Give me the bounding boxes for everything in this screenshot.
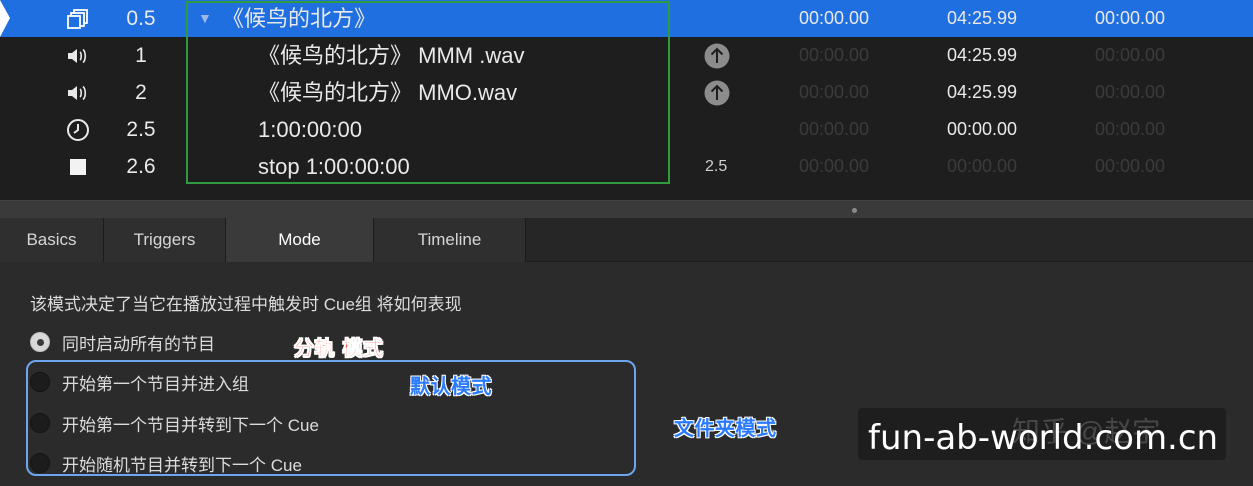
cue-target[interactable]: 2.5: [705, 148, 727, 185]
tab-mode[interactable]: Mode: [226, 218, 374, 262]
pre-wait[interactable]: 00:00.00: [774, 148, 894, 185]
tab-timeline[interactable]: Timeline: [374, 218, 526, 262]
duration[interactable]: 04:25.99: [922, 74, 1042, 111]
cue-row-timecode[interactable]: 2.5 1:00:00:00 00:00.00 00:00.00 00:00.0…: [0, 111, 1253, 148]
splitter-handle-icon[interactable]: [852, 208, 857, 213]
cue-name[interactable]: 《候鸟的北方》 MMM .wav: [258, 37, 524, 74]
playhead-indicator: [0, 0, 10, 37]
radio-button[interactable]: [30, 413, 50, 433]
annotation-folder-mode: 文件夹模式: [674, 416, 777, 440]
cue-name[interactable]: 《候鸟的北方》 MMO.wav: [258, 74, 517, 111]
cue-name[interactable]: 《候鸟的北方》: [222, 0, 376, 37]
mode-option-random[interactable]: 开始随机节目并转到下一个 Cue: [30, 451, 302, 475]
duration[interactable]: 04:25.99: [922, 37, 1042, 74]
watermark-main: fun-ab-world.com.cn: [868, 418, 1219, 458]
post-wait[interactable]: 00:00.00: [1070, 74, 1190, 111]
group-icon: [62, 6, 94, 31]
clock-icon: [62, 117, 94, 142]
pre-wait[interactable]: 00:00.00: [774, 0, 894, 37]
cue-row-audio[interactable]: 2 《候鸟的北方》 MMO.wav 00:00.00 04:25.99 00:0…: [0, 74, 1253, 111]
radio-button-selected[interactable]: [30, 332, 50, 352]
duration[interactable]: 00:00.00: [922, 111, 1042, 148]
pane-splitter[interactable]: [0, 200, 1253, 218]
up-arrow-icon[interactable]: [704, 43, 730, 69]
mode-option-label: 开始第一个节目并进入组: [62, 374, 249, 394]
cue-number[interactable]: 2.6: [100, 148, 182, 185]
cue-number[interactable]: 1: [100, 37, 182, 74]
mode-option-start-first-next[interactable]: 开始第一个节目并转到下一个 Cue: [30, 411, 319, 435]
up-arrow-icon[interactable]: [704, 80, 730, 106]
annotation-default-mode: 默认模式: [410, 374, 492, 398]
speaker-icon: [62, 43, 94, 68]
cue-list: 0.5 ▼ 《候鸟的北方》 00:00.00 04:25.99 00:00.00…: [0, 0, 1253, 200]
mode-option-start-all[interactable]: 同时启动所有的节目: [30, 330, 215, 354]
speaker-icon: [62, 80, 94, 105]
disclosure-triangle-icon[interactable]: ▼: [198, 0, 212, 37]
pre-wait[interactable]: 00:00.00: [774, 111, 894, 148]
radio-button[interactable]: [30, 372, 50, 392]
annotation-track-mode: 分轨 模式: [294, 336, 384, 361]
stop-icon: [62, 154, 94, 179]
duration[interactable]: 04:25.99: [922, 0, 1042, 37]
mode-option-start-first-enter[interactable]: 开始第一个节目并进入组: [30, 370, 249, 394]
cue-name[interactable]: 1:00:00:00: [258, 111, 362, 148]
post-wait[interactable]: 00:00.00: [1070, 111, 1190, 148]
tab-triggers[interactable]: Triggers: [104, 218, 226, 262]
post-wait[interactable]: 00:00.00: [1070, 148, 1190, 185]
cue-row-audio[interactable]: 1 《候鸟的北方》 MMM .wav 00:00.00 04:25.99 00:…: [0, 37, 1253, 74]
radio-button[interactable]: [30, 453, 50, 473]
cue-row-stop[interactable]: 2.6 stop 1:00:00:00 2.5 00:00.00 00:00.0…: [0, 148, 1253, 185]
cue-number[interactable]: 2.5: [100, 111, 182, 148]
duration[interactable]: 00:00.00: [922, 148, 1042, 185]
mode-option-label: 开始第一个节目并转到下一个 Cue: [62, 415, 319, 435]
tab-basics[interactable]: Basics: [0, 218, 104, 262]
cue-row-group[interactable]: 0.5 ▼ 《候鸟的北方》 00:00.00 04:25.99 00:00.00: [0, 0, 1253, 37]
mode-option-label: 同时启动所有的节目: [62, 334, 215, 354]
mode-description: 该模式决定了当它在播放过程中触发时 Cue组 将如何表现: [30, 295, 462, 314]
cue-number[interactable]: 2: [100, 74, 182, 111]
pre-wait[interactable]: 00:00.00: [774, 74, 894, 111]
mode-option-label: 开始随机节目并转到下一个 Cue: [62, 455, 302, 475]
cue-number[interactable]: 0.5: [100, 0, 182, 37]
post-wait[interactable]: 00:00.00: [1070, 37, 1190, 74]
post-wait[interactable]: 00:00.00: [1070, 0, 1190, 37]
cue-name[interactable]: stop 1:00:00:00: [258, 148, 410, 185]
pre-wait[interactable]: 00:00.00: [774, 37, 894, 74]
inspector-tabs: Basics Triggers Mode Timeline: [0, 218, 1253, 262]
